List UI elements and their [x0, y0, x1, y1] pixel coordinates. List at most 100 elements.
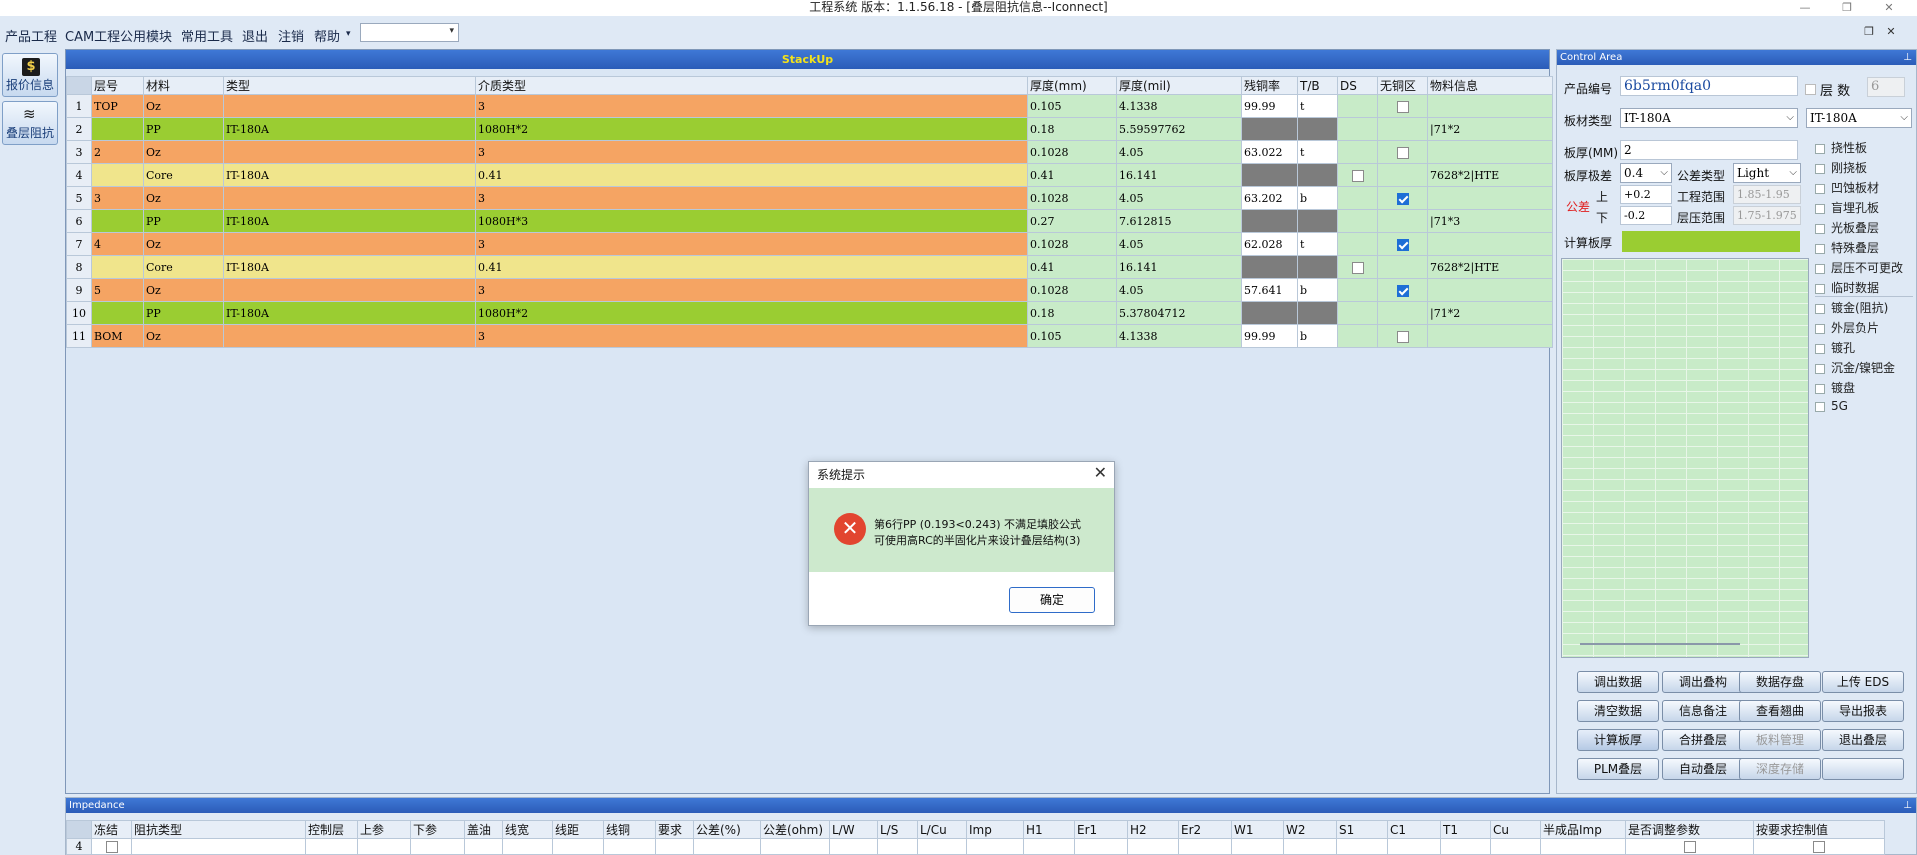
imp-col-24[interactable]: T1 [1440, 820, 1491, 839]
imp-col-19[interactable]: Er2 [1178, 820, 1232, 839]
cell-layer[interactable]: 4 [91, 232, 144, 256]
option-4[interactable]: 光板叠层 [1815, 219, 1879, 236]
checkbox[interactable] [1815, 303, 1825, 314]
stack-impedance-button[interactable]: ≋ 叠层阻抗 [2, 101, 58, 145]
control-button-0-1[interactable]: 调出叠构 [1662, 671, 1744, 693]
col-thickness-mil[interactable]: 厚度(mil) [1116, 76, 1242, 95]
cell-nocu[interactable] [1377, 255, 1428, 279]
cell-tb[interactable] [1297, 163, 1338, 187]
cell-mm[interactable]: 0.1028 [1027, 278, 1117, 302]
table-row[interactable]: 11 BOM Oz 3 0.105 4.1338 99.99 b [66, 324, 1553, 348]
cell-ds[interactable] [1337, 301, 1378, 325]
checkbox[interactable] [1396, 146, 1409, 159]
cell-tb[interactable]: b [1297, 278, 1338, 302]
control-button-1-3[interactable]: 导出报表 [1822, 700, 1904, 722]
cell-type[interactable] [223, 232, 476, 256]
cell-mil[interactable]: 4.05 [1116, 140, 1242, 164]
control-grid-scrollbar[interactable] [1580, 643, 1740, 645]
option-3[interactable]: 盲埋孔板 [1815, 199, 1879, 216]
close-icon[interactable]: ✕ [1094, 463, 1107, 482]
checkbox[interactable] [1396, 192, 1409, 205]
cell-mm[interactable]: 0.1028 [1027, 232, 1117, 256]
cell-nocu[interactable] [1377, 324, 1428, 348]
cell-tb[interactable] [1297, 117, 1338, 141]
cell-info[interactable] [1427, 232, 1553, 256]
cell-idx[interactable]: 6 [66, 209, 92, 233]
menu-cam-engineering[interactable]: CAM工程 [65, 26, 120, 45]
imp-col-8[interactable]: 线铜 [603, 820, 656, 839]
imp-col-23[interactable]: C1 [1387, 820, 1441, 839]
menu-product-engineering[interactable]: 产品工程 [5, 26, 57, 45]
imp-cell-2[interactable] [305, 838, 358, 855]
imp-cell-14[interactable] [917, 838, 967, 855]
imp-cell-15[interactable] [966, 838, 1024, 855]
cell-idx[interactable]: 11 [66, 324, 92, 348]
control-grid[interactable] [1561, 258, 1809, 658]
col-no-copper[interactable]: 无铜区 [1377, 76, 1428, 95]
cell-med[interactable]: 3 [475, 140, 1028, 164]
checkbox[interactable] [105, 841, 118, 853]
option-0[interactable]: 挠性板 [1815, 139, 1867, 156]
cell-mm[interactable]: 0.41 [1027, 255, 1117, 279]
control-button-1-2[interactable]: 查看翘曲 [1739, 700, 1821, 722]
checkbox[interactable] [1815, 343, 1825, 354]
cell-ds[interactable] [1337, 278, 1378, 302]
cell-idx[interactable]: 10 [66, 301, 92, 325]
checkbox[interactable] [1815, 263, 1825, 274]
cell-med[interactable]: 1080H*2 [475, 301, 1028, 325]
cell-med[interactable]: 1080H*3 [475, 209, 1028, 233]
cell-idx[interactable]: 7 [66, 232, 92, 256]
table-row[interactable]: 5 3 Oz 3 0.1028 4.05 63.202 b [66, 186, 1553, 210]
imp-cell-8[interactable] [603, 838, 656, 855]
table-row[interactable]: 3 2 Oz 3 0.1028 4.05 63.022 t [66, 140, 1553, 164]
checkbox[interactable] [1396, 284, 1409, 297]
cell-tb[interactable]: t [1297, 232, 1338, 256]
cell-tb[interactable] [1297, 255, 1338, 279]
col-thickness-mm[interactable]: 厚度(mm) [1027, 76, 1117, 95]
cell-res[interactable]: 62.028 [1241, 232, 1298, 256]
cell-mat[interactable]: Oz [143, 232, 224, 256]
imp-cell-23[interactable] [1387, 838, 1441, 855]
option-7[interactable]: 临时数据 [1815, 279, 1879, 296]
cell-type[interactable] [223, 278, 476, 302]
imp-col-28[interactable]: 按要求控制值 [1753, 820, 1885, 839]
cell-mil[interactable]: 4.1338 [1116, 94, 1242, 118]
cell-nocu[interactable] [1377, 117, 1428, 141]
cell-mm[interactable]: 0.105 [1027, 324, 1117, 348]
cell-med[interactable]: 0.41 [475, 163, 1028, 187]
imp-col-15[interactable]: Imp [966, 820, 1024, 839]
col-medium-type[interactable]: 介质类型 [475, 76, 1028, 95]
option-12[interactable]: 镀盘 [1815, 379, 1855, 396]
table-row[interactable]: 9 5 Oz 3 0.1028 4.05 57.641 b [66, 278, 1553, 302]
cell-med[interactable]: 3 [475, 94, 1028, 118]
checkbox[interactable] [1815, 183, 1825, 194]
cell-info[interactable]: 7628*2|HTE [1427, 255, 1553, 279]
control-button-3-1[interactable]: 自动叠层 [1662, 758, 1744, 780]
cell-mat[interactable]: Core [143, 255, 224, 279]
cell-ds[interactable] [1337, 163, 1378, 187]
cell-med[interactable]: 0.41 [475, 255, 1028, 279]
cell-mat[interactable]: PP [143, 301, 224, 325]
cell-nocu[interactable] [1377, 163, 1428, 187]
cell-layer[interactable] [91, 117, 144, 141]
checkbox[interactable] [1815, 163, 1825, 174]
control-button-0-2[interactable]: 数据存盘 [1739, 671, 1821, 693]
checkbox[interactable] [1815, 243, 1825, 254]
menu-overflow-icon[interactable]: ▾ [346, 29, 351, 39]
cell-mat[interactable]: Oz [143, 94, 224, 118]
cell-mil[interactable]: 5.59597762 [1116, 117, 1242, 141]
cell-mm[interactable]: 0.41 [1027, 163, 1117, 187]
cell-res[interactable] [1241, 209, 1298, 233]
imp-cell-18[interactable] [1127, 838, 1179, 855]
cell-res[interactable]: 99.99 [1241, 324, 1298, 348]
imp-col-9[interactable]: 要求 [655, 820, 694, 839]
imp-col-18[interactable]: H2 [1127, 820, 1179, 839]
cell-res[interactable]: 63.022 [1241, 140, 1298, 164]
lower-tolerance-field[interactable]: -0.2 [1620, 206, 1672, 225]
cell-ds[interactable] [1337, 94, 1378, 118]
imp-cell-22[interactable] [1336, 838, 1388, 855]
cell-mil[interactable]: 7.612815 [1116, 209, 1242, 233]
cell-res[interactable]: 99.99 [1241, 94, 1298, 118]
imp-col-14[interactable]: L/Cu [917, 820, 967, 839]
imp-cell-7[interactable] [552, 838, 604, 855]
